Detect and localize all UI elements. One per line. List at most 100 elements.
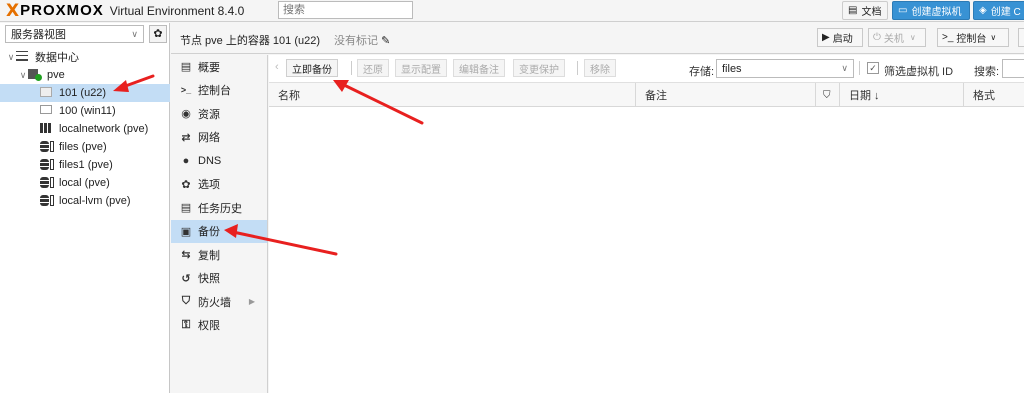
tree-item[interactable]: files1 (pve) xyxy=(0,156,170,174)
change-protection-label: 变更保护 xyxy=(519,64,559,76)
vm-monitor-icon xyxy=(40,105,54,117)
restore-label: 还原 xyxy=(363,64,383,76)
edit-notes-button[interactable]: 编辑备注 xyxy=(453,59,505,77)
column-format[interactable]: 格式 xyxy=(964,83,1024,107)
console-button[interactable]: >_ 控制台 ∨ xyxy=(937,28,1009,47)
resource-tree-panel: 服务器视图 ∨ ✿ ∨ 数据中心 ∨ pve 101 (u22) 100 (win11) l… xyxy=(0,23,170,393)
nav-item-label: 备份 xyxy=(198,226,220,239)
backup-search-input[interactable] xyxy=(1002,59,1024,78)
logo-x-mark: X xyxy=(6,0,19,21)
column-name[interactable]: 名称 xyxy=(269,83,636,107)
nav-item[interactable]: ▤ 任务历史 xyxy=(171,196,267,220)
chevron-right-icon: ▶ xyxy=(248,297,255,307)
shield-icon: ⛉ xyxy=(181,295,191,308)
terminal-icon: >_ xyxy=(180,85,192,96)
nav-item-label: 防火墙 xyxy=(198,296,231,309)
network-grid-icon xyxy=(40,123,54,135)
server-view-select[interactable]: 服务器视图 ∨ xyxy=(5,25,144,43)
separator xyxy=(351,61,352,75)
tree-item[interactable]: 101 (u22) xyxy=(0,84,170,102)
tree-item[interactable]: local (pve) xyxy=(0,174,170,192)
create-vm-button[interactable]: ▭ 创建虚拟机 xyxy=(892,1,970,20)
floppy-icon: ▣ xyxy=(180,225,192,238)
resource-tree: ∨ 数据中心 ∨ pve 101 (u22) 100 (win11) localnetwor… xyxy=(0,48,170,210)
nav-item[interactable]: >_ 控制台 xyxy=(171,79,267,103)
server-view-label: 服务器视图 xyxy=(11,29,66,41)
nav-item[interactable]: ⚿ 权限 xyxy=(171,314,267,338)
docs-label: 文档 xyxy=(861,7,882,18)
backup-toolbar: ‹ 立即备份 还原 显示配置 编辑备注 变更保护 移除 存储: files ∨ … xyxy=(269,55,1024,83)
create-ct-button[interactable]: ◈ 创建 C xyxy=(973,1,1024,20)
tree-item[interactable]: local-lvm (pve) xyxy=(0,192,170,210)
column-header: 备注 xyxy=(645,90,667,102)
chevron-down-icon: ∨ xyxy=(841,63,848,73)
logo-wordmark: PROXMOX xyxy=(20,2,104,19)
column-header: 名称 xyxy=(278,90,300,102)
nav-item-label: 复制 xyxy=(198,249,220,262)
chevron-down-icon[interactable]: ∨ xyxy=(18,70,28,81)
column-notes[interactable]: 备注 xyxy=(636,83,816,107)
shutdown-button[interactable]: ⏻ 关机 ∨ xyxy=(868,28,926,47)
show-config-button[interactable]: 显示配置 xyxy=(395,59,447,77)
tree-item[interactable]: ∨ pve xyxy=(0,66,170,84)
tree-item-label: local-lvm (pve) xyxy=(59,195,131,207)
chevron-down-icon[interactable]: ∨ xyxy=(6,52,16,63)
column-header: 日期 ↓ xyxy=(849,90,880,102)
nav-item[interactable]: ⇄ 网络 xyxy=(171,126,267,150)
filter-vmid-checkbox[interactable]: ✓ xyxy=(867,62,879,74)
restore-button[interactable]: 还原 xyxy=(357,59,389,77)
more-button[interactable] xyxy=(1018,28,1024,47)
desktop-icon: ▭ xyxy=(898,5,908,16)
tags-editor[interactable]: 没有标记 ✎ xyxy=(334,32,390,48)
exchange-icon: ⇄ xyxy=(181,131,191,144)
history-icon: ↺ xyxy=(181,272,191,285)
nav-item[interactable]: ⇆ 复制 xyxy=(171,243,267,267)
nav-item[interactable]: ↺ 快照 xyxy=(171,267,267,291)
filter-vmid-label: 筛选虚拟机 ID xyxy=(884,66,954,78)
backup-now-button[interactable]: 立即备份 xyxy=(286,59,338,77)
storage-icon xyxy=(40,195,54,207)
column-header: 格式 xyxy=(973,90,995,102)
docs-button[interactable]: ▤ 文档 xyxy=(842,1,888,20)
tree-item-label: 101 (u22) xyxy=(59,87,107,99)
tree-item-label: 100 (win11) xyxy=(59,105,116,117)
nav-item[interactable]: ⛉ 防火墙 ▶ xyxy=(171,290,267,314)
nav-item-label: 网络 xyxy=(198,132,220,145)
tree-item-label: pve xyxy=(47,69,65,81)
chevron-left-icon[interactable]: ‹ xyxy=(275,61,279,73)
nav-item[interactable]: ▤ 概要 xyxy=(171,55,267,79)
nav-item[interactable]: ● DNS xyxy=(171,149,267,173)
separator xyxy=(577,61,578,75)
start-button[interactable]: ▶ 启动 xyxy=(817,28,863,47)
column-date[interactable]: 日期 ↓ xyxy=(840,83,964,107)
pencil-icon: ✎ xyxy=(381,35,391,47)
backup-grid-header: 名称 备注 ⛉ 日期 ↓ 格式 xyxy=(269,83,1024,107)
nav-item-label: 概要 xyxy=(198,61,220,74)
tree-item[interactable]: 100 (win11) xyxy=(0,102,170,120)
tree-item-label: localnetwork (pve) xyxy=(59,123,149,135)
column-protected[interactable]: ⛉ xyxy=(816,83,840,107)
nav-item[interactable]: ▣ 备份 xyxy=(171,219,267,243)
change-protection-button[interactable]: 变更保护 xyxy=(513,59,565,77)
storage-icon xyxy=(40,177,54,189)
nav-item-label: 快照 xyxy=(198,273,220,286)
nav-item[interactable]: ✿ 选项 xyxy=(171,173,267,197)
global-search-input[interactable] xyxy=(278,1,413,19)
tree-settings-button[interactable]: ✿ xyxy=(149,25,167,43)
create-ct-label: 创建 C xyxy=(990,7,1021,18)
storage-select[interactable]: files ∨ xyxy=(716,59,854,78)
remove-button[interactable]: 移除 xyxy=(584,59,616,77)
nav-item-label: 权限 xyxy=(198,320,220,333)
nav-item[interactable]: ◉ 资源 xyxy=(171,102,267,126)
tree-item[interactable]: files (pve) xyxy=(0,138,170,156)
tree-item[interactable]: localnetwork (pve) xyxy=(0,120,170,138)
create-vm-label: 创建虚拟机 xyxy=(911,7,962,18)
shutdown-label: 关机 xyxy=(883,34,904,45)
tree-item[interactable]: ∨ 数据中心 xyxy=(0,48,170,66)
no-tags-label: 没有标记 xyxy=(334,35,378,47)
container-icon xyxy=(40,87,54,99)
nav-item-label: 任务历史 xyxy=(198,202,242,215)
backup-now-label: 立即备份 xyxy=(292,64,332,76)
list-icon: ▤ xyxy=(180,202,192,215)
nav-item-label: 控制台 xyxy=(198,85,231,98)
